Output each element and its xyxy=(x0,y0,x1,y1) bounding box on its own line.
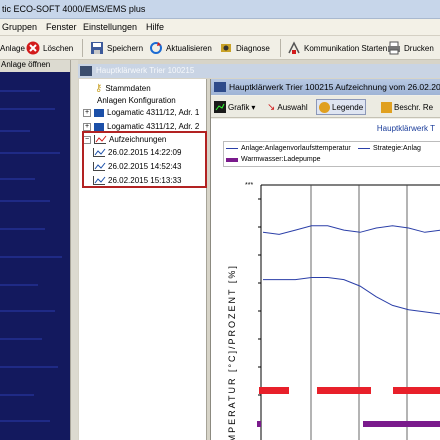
series-line-2 xyxy=(263,277,440,315)
grafik-button[interactable]: Grafik ▾ xyxy=(214,99,255,115)
left-panel-scrollbar[interactable] xyxy=(70,60,78,440)
pump-bar-segment xyxy=(257,421,261,427)
list-item[interactable] xyxy=(0,310,55,312)
diagnose-icon xyxy=(219,41,233,55)
chart-svg: *** xyxy=(245,182,440,440)
y-axis-top-label: *** xyxy=(245,182,253,189)
grafik-label: Grafik xyxy=(228,102,250,112)
tree-label: Stammdaten xyxy=(105,84,151,93)
list-item[interactable] xyxy=(0,152,60,154)
list-item[interactable] xyxy=(0,284,38,286)
auswahl-icon: ↘ xyxy=(267,101,276,113)
list-item[interactable] xyxy=(0,178,35,180)
device-icon xyxy=(94,122,104,131)
tree-label: Anlagen Konfiguration xyxy=(97,96,176,105)
anlagen-list-panel[interactable]: Anlage öffnen xyxy=(0,60,70,440)
list-item[interactable] xyxy=(0,200,50,202)
tree-item-stammdaten[interactable]: ⚷ Stammdaten xyxy=(95,83,151,94)
list-item[interactable] xyxy=(0,420,50,422)
menu-einstellungen[interactable]: Einstellungen xyxy=(83,22,137,32)
list-item[interactable] xyxy=(0,366,58,368)
drucken-button[interactable]: Drucken xyxy=(387,40,434,56)
kommunikation-label: Kommunikation Starten xyxy=(304,43,388,53)
expand-icon[interactable]: + xyxy=(83,122,91,131)
window-icon xyxy=(80,66,92,76)
window-title: tic ECO-SOFT 4000/EMS/EMS plus xyxy=(2,4,146,14)
anlage-window-titlebar: Hauptklärwerk Trier 100215 xyxy=(78,64,440,78)
diagnose-button[interactable]: Diagnose xyxy=(219,40,270,56)
legende-label: Legende xyxy=(332,102,364,112)
refresh-icon xyxy=(149,41,163,55)
tree-item-logamatic-1[interactable]: + Logamatic 4311/12, Adr. 1 xyxy=(83,107,199,118)
selection-highlight xyxy=(82,131,207,188)
save-icon xyxy=(90,41,104,55)
beschriftung-button[interactable]: Beschr. Re xyxy=(381,99,433,115)
list-item[interactable] xyxy=(0,108,55,110)
grafik-icon xyxy=(214,101,226,113)
toolbar-separator xyxy=(82,39,83,57)
anlage-window-title: Hauptklärwerk Trier 100215 xyxy=(96,66,195,75)
list-item[interactable] xyxy=(0,256,62,258)
status-bar-segment xyxy=(393,387,440,394)
speichern-label: Speichern xyxy=(107,43,144,53)
list-item[interactable] xyxy=(0,394,34,396)
speichern-button[interactable]: Speichern xyxy=(90,40,143,56)
list-item[interactable] xyxy=(0,338,42,340)
chart-toolbar: Grafik ▾ ↘ Auswahl Legende Beschr. Re xyxy=(211,96,440,118)
anlage-open-header: Anlage öffnen xyxy=(0,60,70,72)
tree-label: Logamatic 4311/12, Adr. 2 xyxy=(107,122,200,131)
expand-icon[interactable]: + xyxy=(83,108,91,117)
auswahl-label: Auswahl xyxy=(277,102,308,112)
toolbar-separator xyxy=(280,39,281,57)
aktualisieren-button[interactable]: Aktualisieren xyxy=(149,40,212,56)
plot-area[interactable]: Hauptklärwerk T Anlage:Anlagenvorlaufstt… xyxy=(211,119,440,440)
window-icon xyxy=(214,82,226,92)
beschriftung-label: Beschr. Re xyxy=(394,102,434,112)
beschriftung-icon xyxy=(381,101,392,113)
tree-label: Logamatic 4311/12, Adr. 1 xyxy=(107,108,200,117)
communication-icon xyxy=(287,41,301,55)
delete-icon xyxy=(26,41,40,55)
key-icon: ⚷ xyxy=(95,83,103,94)
anlage-button[interactable]: Anlage xyxy=(0,40,25,56)
series-line-1 xyxy=(262,225,440,235)
status-bar-segment xyxy=(259,387,289,394)
list-item[interactable] xyxy=(0,130,30,132)
chart-window-title: Hauptklärwerk Trier 100215 Aufzeichnung … xyxy=(229,82,440,92)
pump-bar-segment xyxy=(363,421,440,427)
main-toolbar: Anlage Löschen Speichern Aktualisieren D… xyxy=(0,36,440,60)
device-icon xyxy=(94,108,104,117)
chart-window: Hauptklärwerk Trier 100215 Aufzeichnung … xyxy=(210,79,440,440)
aktualisieren-label: Aktualisieren xyxy=(166,43,212,53)
menu-fenster[interactable]: Fenster xyxy=(46,22,77,32)
anlage-label: Anlage xyxy=(0,43,25,53)
loeschen-button[interactable]: Löschen xyxy=(26,40,73,56)
dropdown-arrow-icon: ▾ xyxy=(251,102,256,112)
list-item[interactable] xyxy=(0,90,40,92)
tree-item-anlagen-konfiguration[interactable]: Anlagen Konfiguration xyxy=(97,95,176,106)
list-item[interactable] xyxy=(0,228,45,230)
chart-window-titlebar: Hauptklärwerk Trier 100215 Aufzeichnung … xyxy=(211,79,440,95)
menu-bar: Gruppen Fenster Einstellungen Hilfe xyxy=(0,19,440,36)
drucken-label: Drucken xyxy=(404,43,434,53)
menu-gruppen[interactable]: Gruppen xyxy=(2,22,37,32)
status-bar-segment xyxy=(317,387,371,394)
loeschen-label: Löschen xyxy=(43,43,74,53)
legende-button[interactable]: Legende xyxy=(316,99,367,115)
legende-icon xyxy=(319,101,330,113)
menu-hilfe[interactable]: Hilfe xyxy=(146,22,164,32)
print-icon xyxy=(387,41,401,55)
diagnose-label: Diagnose xyxy=(236,43,270,53)
kommunikation-button[interactable]: Kommunikation Starten xyxy=(287,40,387,56)
auswahl-button[interactable]: ↘ Auswahl xyxy=(267,99,308,115)
title-bar: tic ECO-SOFT 4000/EMS/EMS plus xyxy=(0,0,440,19)
